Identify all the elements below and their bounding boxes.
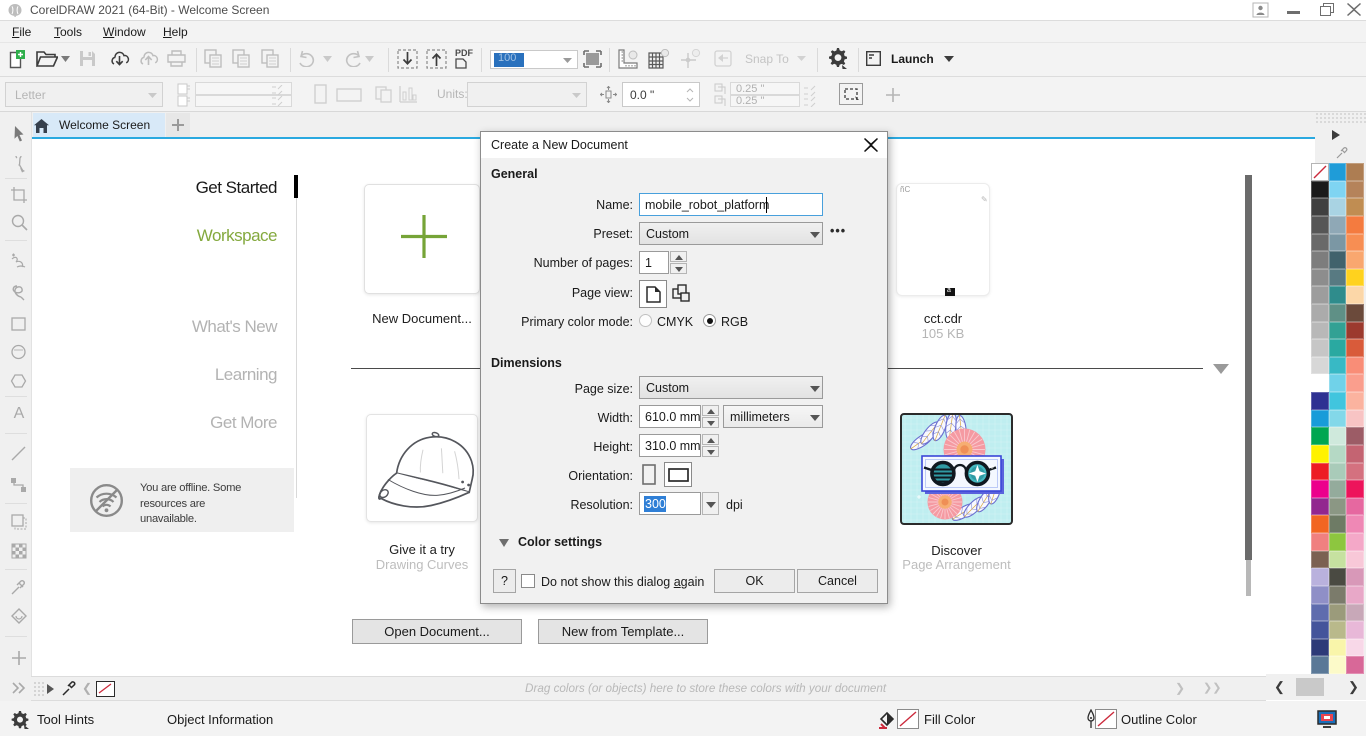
svg-text:A: A xyxy=(14,405,25,422)
